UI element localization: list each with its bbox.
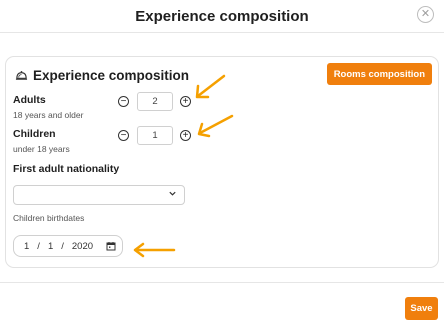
minus-icon: − [120, 129, 127, 141]
children-decrement-button[interactable]: − [118, 130, 129, 141]
nationality-label: First adult nationality [13, 163, 120, 175]
date-separator: / [61, 240, 64, 252]
modal-header: Experience composition ✕ [0, 0, 444, 32]
plus-icon: + [182, 95, 189, 107]
adults-decrement-button[interactable]: − [118, 96, 129, 107]
birthdate-day: 1 [24, 240, 30, 252]
adults-label: Adults [13, 94, 46, 106]
close-icon: ✕ [420, 8, 431, 20]
children-sublabel: under 18 years [13, 144, 70, 154]
birthdate-year: 2020 [71, 240, 94, 252]
footer-divider [0, 282, 444, 283]
child-birthdate-input[interactable]: 1 / 1 / 2020 [13, 235, 123, 257]
rooms-composition-button[interactable]: Rooms composition [326, 63, 432, 85]
minus-icon: − [120, 95, 127, 107]
chevron-down-icon [168, 189, 177, 200]
annotation-arrow-icon [197, 114, 234, 138]
save-button[interactable]: Save [405, 297, 438, 320]
bell-icon [15, 70, 28, 80]
children-birthdates-label: Children birthdates [13, 213, 85, 223]
children-increment-button[interactable]: + [180, 130, 191, 141]
close-button[interactable]: ✕ [417, 6, 434, 23]
adults-sublabel: 18 years and older [13, 110, 84, 120]
date-separator: / [37, 240, 40, 252]
children-value-field[interactable]: 1 [137, 126, 173, 145]
calendar-icon[interactable] [106, 241, 116, 251]
card-title: Experience composition [33, 68, 190, 83]
annotation-arrow-icon [133, 242, 176, 258]
children-label: Children [13, 128, 56, 140]
annotation-arrow-icon [195, 74, 226, 99]
card-header: Experience composition [15, 68, 189, 83]
nationality-select[interactable] [13, 185, 185, 205]
adults-value-field[interactable]: 2 [137, 92, 173, 111]
birthdate-month: 1 [47, 240, 54, 252]
header-divider [0, 32, 444, 33]
plus-icon: + [182, 129, 189, 141]
modal-title: Experience composition [135, 7, 309, 25]
